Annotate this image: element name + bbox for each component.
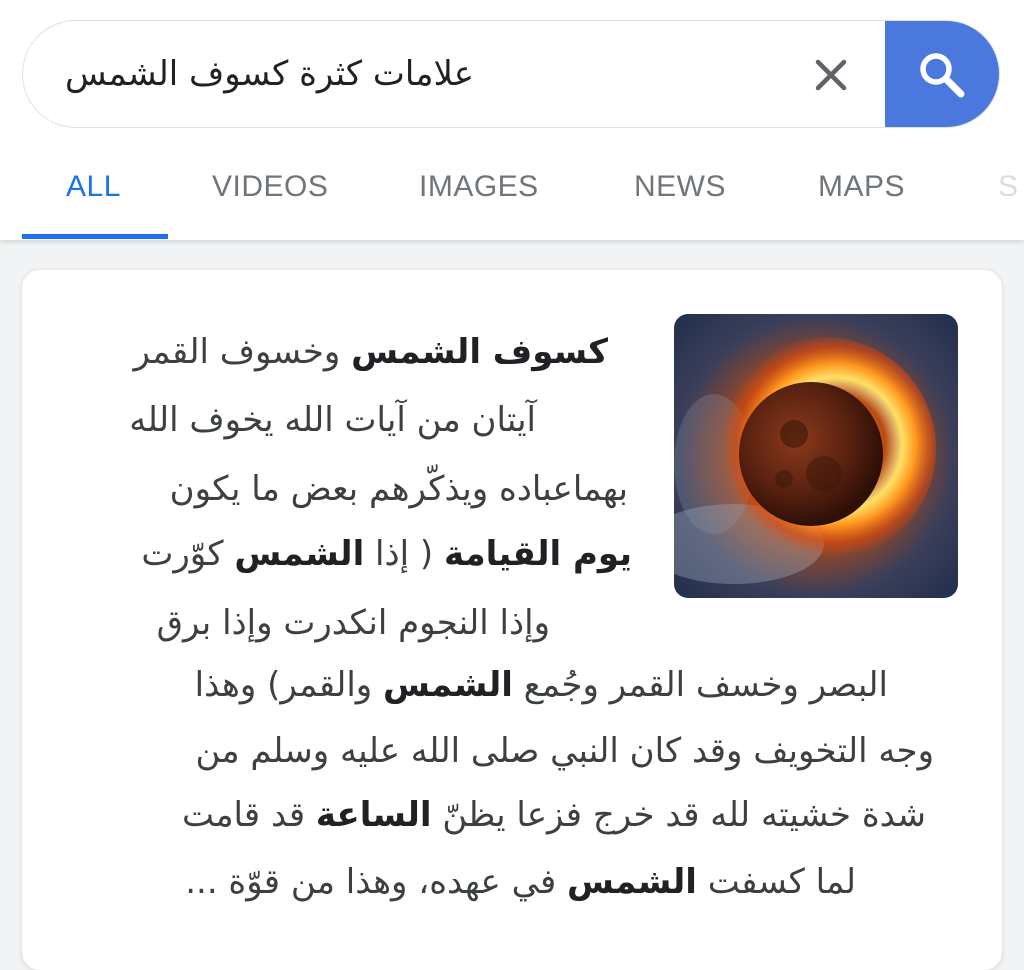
snippet-text: لما كسفت [696, 862, 856, 902]
snippet-line: يوم القيامة ( إذا الشمس كوّرت [141, 534, 632, 574]
tab-images[interactable]: IMAGES [419, 170, 539, 204]
snippet-text: والقمر) وهذا [194, 665, 383, 705]
close-icon [815, 59, 847, 91]
snippet-text: وخسوف القمر [133, 332, 352, 372]
snippet-highlight: الشمس [567, 862, 697, 902]
snippet-line: لما كسفت الشمس في عهده، وهذا من قوّة ... [185, 862, 856, 902]
snippet-highlight: كسوف الشمس [351, 332, 608, 372]
search-bar [22, 20, 1000, 128]
clear-search-button[interactable] [803, 47, 859, 103]
active-tab-indicator [22, 234, 168, 239]
tab-maps[interactable]: MAPS [818, 170, 905, 204]
snippet-line: وإذا النجوم انكدرت وإذا برق [157, 603, 550, 643]
snippet-text: بهماعباده ويذكّرهم بعض ما يكون [169, 469, 628, 509]
snippet-text: ( إذا [364, 534, 444, 574]
snippet-text: وجه التخويف وقد كان النبي صلى الله عليه … [195, 731, 934, 771]
tab-videos[interactable]: VIDEOS [212, 170, 328, 204]
snippet-text: قد قامت [181, 795, 316, 835]
snippet-text: شدة خشيته لله قد خرج فزعا يظنّ [431, 795, 926, 835]
header: ALL VIDEOS IMAGES NEWS MAPS S [0, 0, 1024, 240]
snippet-text: في عهده، وهذا من قوّة ... [185, 862, 568, 902]
snippet-text: كوّرت [141, 534, 235, 574]
search-icon [920, 53, 965, 98]
search-button[interactable] [885, 21, 999, 127]
snippet-line: وجه التخويف وقد كان النبي صلى الله عليه … [195, 731, 934, 771]
snippet-line: كسوف الشمس وخسوف القمر [133, 332, 608, 372]
snippet-highlight: الشمس [383, 665, 513, 705]
tab-news[interactable]: NEWS [634, 170, 726, 204]
tab-more[interactable]: S [998, 170, 1019, 204]
search-input[interactable] [65, 21, 505, 127]
search-tabs: ALL VIDEOS IMAGES NEWS MAPS S [0, 150, 1024, 240]
snippet-line: آيتان من آيات الله يخوف الله [129, 400, 536, 440]
snippet-line: بهماعباده ويذكّرهم بعض ما يكون [170, 469, 628, 509]
tab-all[interactable]: ALL [66, 170, 121, 204]
snippet-highlight: يوم القيامة [443, 534, 632, 574]
snippet-text: آيتان من آيات الله يخوف الله [129, 400, 536, 440]
snippet-text: وإذا النجوم انكدرت وإذا برق [156, 603, 550, 643]
snippet-line: شدة خشيته لله قد خرج فزعا يظنّ الساعة قد… [182, 795, 926, 835]
result-card[interactable]: كسوف الشمس وخسوف القمر آيتان من آيات الل… [22, 270, 1002, 970]
snippet-highlight: الشمس [234, 534, 365, 574]
snippet-text: البصر وخسف القمر وجُمع [512, 665, 888, 705]
result-snippet: كسوف الشمس وخسوف القمر آيتان من آيات الل… [22, 270, 1002, 970]
snippet-highlight: الساعة [315, 795, 432, 835]
snippet-line: البصر وخسف القمر وجُمع الشمس والقمر) وهذ… [195, 665, 888, 705]
